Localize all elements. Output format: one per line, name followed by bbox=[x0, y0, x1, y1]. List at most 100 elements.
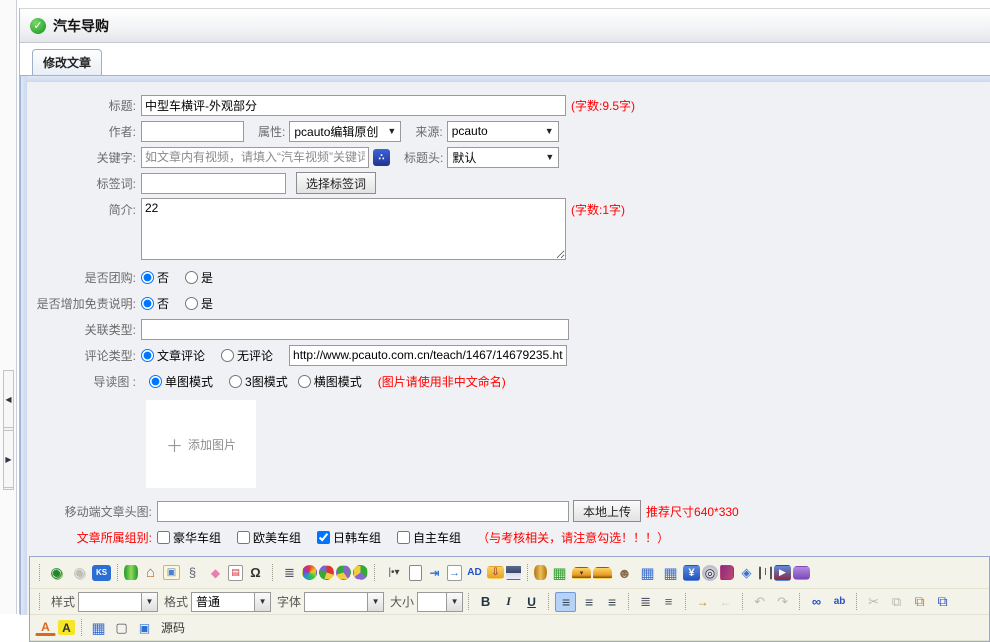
image-pick-icon[interactable]: ▣ bbox=[163, 565, 180, 580]
green-bucket-icon[interactable] bbox=[124, 565, 138, 580]
radio-three-image[interactable] bbox=[229, 375, 242, 388]
source-select[interactable]: pcauto ▼ bbox=[447, 121, 559, 142]
group-buy-option-yes[interactable]: 是 bbox=[185, 269, 213, 286]
radio-no[interactable] bbox=[141, 271, 154, 284]
checkbox-euroamerican[interactable] bbox=[237, 531, 250, 544]
radio-wide-image[interactable] bbox=[298, 375, 311, 388]
table2-icon[interactable]: ▦ bbox=[660, 563, 681, 583]
pink-box-icon[interactable]: ◆ bbox=[205, 563, 226, 583]
book-icon[interactable] bbox=[720, 565, 734, 580]
attribute-select[interactable]: pcauto编辑原创 ▼ bbox=[289, 121, 401, 142]
align-left-button[interactable]: ≡ bbox=[555, 592, 576, 612]
radio-no[interactable] bbox=[141, 297, 154, 310]
video-icon[interactable]: ▶ bbox=[774, 565, 791, 581]
style-combo[interactable]: ▼ bbox=[78, 592, 158, 612]
column-icon[interactable]: I bbox=[759, 566, 772, 580]
ad-icon[interactable]: AD bbox=[464, 563, 485, 583]
radio-yes[interactable] bbox=[185, 271, 198, 284]
guide-option-single[interactable]: 单图模式 bbox=[149, 373, 213, 390]
keywords-input[interactable] bbox=[141, 147, 369, 168]
paste-word-button[interactable]: ⧉ bbox=[932, 592, 953, 612]
car-menu-icon[interactable]: ▾ bbox=[572, 567, 591, 579]
shield-icon[interactable]: ◈ bbox=[736, 563, 757, 583]
expand-right-arrow[interactable]: ▶ bbox=[3, 430, 14, 488]
db-upload-icon[interactable] bbox=[534, 565, 547, 580]
tags-input[interactable] bbox=[141, 173, 286, 194]
page-export-icon[interactable]: → bbox=[447, 565, 462, 581]
copy-button[interactable]: ⧉ bbox=[886, 592, 907, 612]
align-right-button[interactable]: ≡ bbox=[601, 592, 622, 612]
align-center-button[interactable]: ≡ bbox=[578, 592, 599, 612]
template-insert-icon[interactable]: ⇥ bbox=[424, 563, 445, 583]
group-option-japankorea[interactable]: 日韩车组 bbox=[317, 529, 381, 546]
rainbow-ball-icon[interactable] bbox=[302, 565, 317, 580]
checkbox-domestic[interactable] bbox=[397, 531, 410, 544]
pie-chart2-icon[interactable] bbox=[336, 565, 351, 580]
title-head-select[interactable]: 默认 ▼ bbox=[447, 147, 559, 168]
chevron-down-icon[interactable]: ▼ bbox=[368, 592, 384, 612]
ks-icon[interactable]: KS bbox=[92, 565, 111, 581]
chevron-down-icon[interactable]: ▼ bbox=[447, 592, 463, 612]
comment-option-article[interactable]: 文章评论 bbox=[141, 347, 205, 364]
author-input[interactable] bbox=[141, 121, 244, 142]
disclaimer-option-yes[interactable]: 是 bbox=[185, 295, 213, 312]
radio-yes[interactable] bbox=[185, 297, 198, 310]
car-globe-icon[interactable]: ◉ bbox=[46, 563, 67, 583]
person-icon[interactable]: ☻ bbox=[614, 563, 635, 583]
font-combo[interactable]: ▼ bbox=[304, 592, 384, 612]
checkbox-japankorea[interactable] bbox=[317, 531, 330, 544]
local-upload-button[interactable]: 本地上传 bbox=[573, 500, 641, 522]
radio-single-image[interactable] bbox=[149, 375, 162, 388]
find-button[interactable]: ∞ bbox=[806, 592, 827, 612]
tab-edit-article[interactable]: 修改文章 bbox=[32, 49, 102, 75]
mobile-head-input[interactable] bbox=[157, 501, 569, 522]
radio-no-comment[interactable] bbox=[221, 349, 234, 362]
pie-chart3-icon[interactable] bbox=[353, 565, 368, 580]
chevron-down-icon[interactable]: ▼ bbox=[142, 592, 158, 612]
steering-wheel-icon[interactable]: ◎ bbox=[702, 565, 718, 581]
paste-button[interactable]: ⧉ bbox=[909, 592, 930, 612]
text-color-button[interactable]: A bbox=[35, 620, 56, 636]
replace-button[interactable]: ab bbox=[829, 592, 850, 612]
indent-button[interactable]: → bbox=[692, 592, 713, 612]
table-insert-button[interactable]: ▦ bbox=[88, 618, 109, 638]
redo-button[interactable]: ↷ bbox=[772, 592, 793, 612]
add-image-button[interactable]: ＋ 添加图片 bbox=[146, 400, 256, 488]
guide-option-three[interactable]: 3图模式 bbox=[229, 373, 288, 390]
title-input[interactable] bbox=[141, 95, 566, 116]
attachment-icon[interactable]: § bbox=[182, 563, 203, 583]
ordered-list-button[interactable]: ≣ bbox=[635, 592, 656, 612]
clear-format-button[interactable]: ▢ bbox=[111, 618, 132, 638]
checkbox-luxury[interactable] bbox=[157, 531, 170, 544]
save-icon[interactable] bbox=[506, 565, 521, 580]
underline-button[interactable]: U bbox=[521, 592, 542, 612]
pie-chart-icon[interactable] bbox=[319, 565, 334, 580]
undo-button[interactable]: ↶ bbox=[749, 592, 770, 612]
car-globe-disabled-icon[interactable]: ◉ bbox=[69, 563, 90, 583]
new-page-icon[interactable] bbox=[409, 565, 422, 581]
size-combo[interactable]: ▼ bbox=[417, 592, 463, 612]
select-tags-button[interactable]: 选择标签词 bbox=[296, 172, 376, 194]
summary-textarea[interactable]: 22 bbox=[141, 198, 566, 260]
collapse-left-arrow[interactable]: ◀ bbox=[3, 370, 14, 428]
group-option-domestic[interactable]: 自主车组 bbox=[397, 529, 461, 546]
italic-button[interactable]: I bbox=[498, 592, 519, 612]
outdent-button[interactable]: ← bbox=[715, 592, 736, 612]
group-buy-option-no[interactable]: 否 bbox=[141, 269, 169, 286]
snippet-button[interactable]: ▣ bbox=[134, 618, 155, 638]
bullet-list-button[interactable]: ≡ bbox=[658, 592, 679, 612]
green-table-icon[interactable]: ▦ bbox=[549, 563, 570, 583]
related-type-input[interactable] bbox=[141, 319, 569, 340]
disclaimer-option-no[interactable]: 否 bbox=[141, 295, 169, 312]
doc-export-icon[interactable]: ▤ bbox=[228, 565, 243, 581]
home-upload-icon[interactable]: ⌂ bbox=[140, 563, 161, 583]
cursor-style-icon[interactable]: |•▾ bbox=[381, 563, 407, 583]
cart-download-icon[interactable]: ⇩ bbox=[487, 566, 504, 579]
table-icon[interactable]: ▦ bbox=[637, 563, 658, 583]
guide-option-wide[interactable]: 横图模式 bbox=[298, 373, 362, 390]
cut-button[interactable]: ✂ bbox=[863, 592, 884, 612]
chevron-down-icon[interactable]: ▼ bbox=[255, 592, 271, 612]
comment-option-none[interactable]: 无评论 bbox=[221, 347, 273, 364]
tv-icon[interactable] bbox=[793, 566, 810, 580]
group-option-euroamerican[interactable]: 欧美车组 bbox=[237, 529, 301, 546]
